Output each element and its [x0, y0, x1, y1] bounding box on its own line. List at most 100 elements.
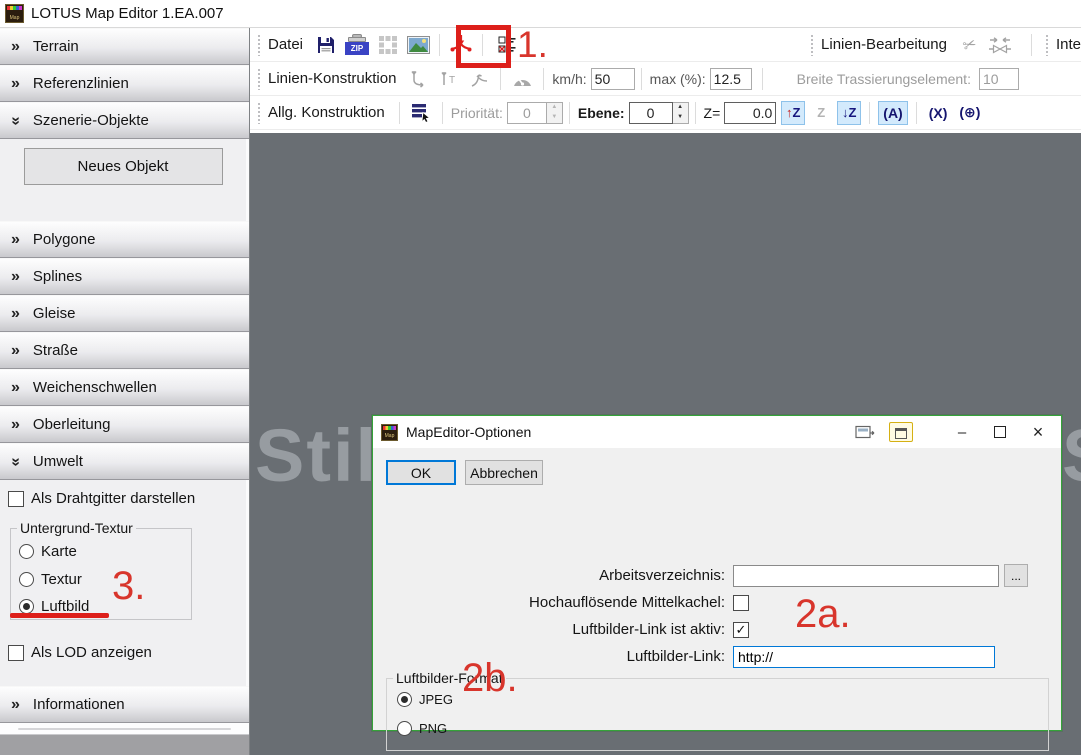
prioritaet-spinner[interactable]: ▲ ▼ — [507, 102, 563, 124]
pin-window-button[interactable] — [855, 425, 875, 440]
drahtgitter-checkbox[interactable] — [8, 491, 24, 507]
maximize-button[interactable] — [985, 420, 1015, 444]
annotation-step1-box — [456, 25, 511, 68]
insert-t-node-button[interactable]: T — [435, 66, 463, 92]
ebene-input[interactable] — [629, 102, 673, 124]
dock-window-button[interactable] — [889, 422, 913, 442]
toolbar-gripper[interactable] — [257, 102, 262, 124]
chevron-right-icon: » — [11, 39, 20, 55]
toolbar-gripper[interactable] — [1045, 34, 1050, 56]
chevron-down-icon: » — [7, 457, 23, 466]
z-letter: Z — [849, 105, 857, 120]
arbeitsverzeichnis-input[interactable] — [733, 565, 999, 587]
scissors-icon: ✂ — [960, 33, 979, 56]
prioritaet-input[interactable] — [507, 102, 547, 124]
neues-objekt-button[interactable]: Neues Objekt — [24, 148, 223, 185]
sidebar-section-strasse[interactable]: » Straße — [0, 332, 249, 369]
toolbar-gripper[interactable] — [810, 34, 815, 56]
sidebar-section-gleise[interactable]: » Gleise — [0, 295, 249, 332]
dialog-titlebar[interactable]: Map MapEditor-Optionen – × — [373, 416, 1061, 448]
chevron-right-icon: » — [11, 269, 20, 285]
chevron-down-icon: » — [7, 116, 23, 125]
checkbox-label[interactable]: Als LOD anzeigen — [31, 644, 152, 661]
join-lines-button[interactable] — [986, 32, 1014, 58]
jpeg-radio[interactable] — [397, 692, 412, 707]
karte-radio[interactable] — [19, 544, 34, 559]
textur-radio[interactable] — [19, 572, 34, 587]
cut-line-button[interactable]: ✂ — [956, 32, 984, 58]
properties-list-button[interactable] — [407, 100, 435, 126]
sidebar-section-referenzlinien[interactable]: » Referenzlinien — [0, 65, 249, 102]
spin-buttons[interactable]: ▲ ▼ — [673, 102, 689, 124]
t-node-icon: T — [440, 69, 458, 89]
app-logo-icon: Map — [5, 4, 24, 23]
radio-label[interactable]: PNG — [419, 721, 447, 736]
png-radio[interactable] — [397, 721, 412, 736]
spin-buttons[interactable]: ▲ ▼ — [547, 102, 563, 124]
radio-karte-row[interactable]: Karte — [19, 543, 77, 560]
flatten-z-toggle[interactable]: Z — [809, 101, 833, 125]
link-aktiv-checkbox[interactable]: ✓ — [733, 622, 749, 638]
ebene-spinner[interactable]: ▲ ▼ — [629, 102, 689, 124]
append-node-button[interactable] — [405, 66, 433, 92]
export-zip-button[interactable]: ZIP — [342, 32, 372, 58]
luftbilder-link-label: Luftbilder-Link: — [373, 648, 733, 665]
radio-jpeg-row[interactable]: JPEG — [397, 692, 453, 707]
lod-checkbox-row[interactable]: Als LOD anzeigen — [8, 644, 152, 661]
toolbar-separator — [695, 102, 696, 124]
spin-up-icon[interactable]: ▲ — [673, 103, 688, 113]
sidebar-section-label: Gleise — [33, 305, 76, 322]
sidebar-section-informationen[interactable]: » Informationen — [0, 686, 249, 723]
group-label: Untergrund-Textur — [17, 520, 136, 536]
sidebar-section-szenerie-objekte[interactable]: » Szenerie-Objekte — [0, 102, 249, 139]
rotate-x-toggle[interactable]: (X) — [925, 102, 952, 124]
speed-limit-button[interactable] — [508, 66, 536, 92]
z-input[interactable] — [724, 102, 776, 124]
chevron-right-icon: » — [11, 417, 20, 433]
rotate-a-toggle[interactable]: (A) — [878, 101, 907, 125]
lod-checkbox[interactable] — [8, 645, 24, 661]
close-button[interactable]: × — [1023, 420, 1053, 444]
radio-label[interactable]: Karte — [41, 543, 77, 560]
checkbox-label[interactable]: Als Drahtgitter darstellen — [31, 490, 195, 507]
radio-png-row[interactable]: PNG — [397, 721, 447, 736]
sidebar-section-umwelt[interactable]: » Umwelt — [0, 443, 249, 480]
chevron-right-icon: » — [11, 232, 20, 248]
breite-input[interactable] — [979, 68, 1019, 90]
radio-textur-row[interactable]: Textur — [19, 571, 82, 588]
toolbar-gripper[interactable] — [257, 34, 262, 56]
link-aktiv-row: Luftbilder-Link ist aktiv: ✓ — [373, 616, 1061, 643]
ok-button[interactable]: OK — [386, 460, 456, 485]
untergrund-textur-group: Untergrund-Textur Karte Textur Luftbild — [10, 528, 192, 620]
minimize-button[interactable]: – — [947, 420, 977, 444]
rotate-grid-toggle[interactable]: (⊕) — [955, 101, 984, 124]
cancel-button[interactable]: Abbrechen — [465, 460, 543, 485]
tile-grid-button[interactable] — [374, 32, 402, 58]
luftbild-radio[interactable] — [19, 599, 34, 614]
spin-down-icon[interactable]: ▼ — [673, 113, 688, 123]
sidebar-section-weichenschwellen[interactable]: » Weichenschwellen — [0, 369, 249, 406]
sidebar-section-oberleitung[interactable]: » Oberleitung — [0, 406, 249, 443]
sidebar-section-terrain[interactable]: » Terrain — [0, 28, 249, 65]
toolbar-gripper[interactable] — [257, 68, 262, 90]
image-button[interactable] — [404, 32, 432, 58]
radio-label[interactable]: JPEG — [419, 692, 453, 707]
branch-line-button[interactable] — [465, 66, 493, 92]
luftbilder-link-input[interactable] — [733, 646, 995, 668]
drop-z-toggle[interactable]: ↓Z — [837, 101, 861, 125]
browse-button[interactable]: ... — [1004, 564, 1028, 587]
sidebar-section-splines[interactable]: » Splines — [0, 258, 249, 295]
ebene-label: Ebene: — [578, 105, 625, 121]
drahtgitter-checkbox-row[interactable]: Als Drahtgitter darstellen — [8, 490, 195, 507]
save-button[interactable] — [312, 32, 340, 58]
max-percent-input[interactable] — [710, 68, 752, 90]
raise-z-toggle[interactable]: ↑Z — [781, 101, 805, 125]
spin-down-icon[interactable]: ▼ — [547, 113, 562, 123]
mittelkachel-checkbox[interactable] — [733, 595, 749, 611]
radio-label[interactable]: Textur — [41, 571, 82, 588]
sidebar-section-polygone[interactable]: » Polygone — [0, 221, 249, 258]
kmh-input[interactable] — [591, 68, 635, 90]
spin-up-icon[interactable]: ▲ — [547, 103, 562, 113]
tile-grid-icon — [378, 35, 398, 55]
max-percent-label: max (%): — [650, 71, 706, 87]
